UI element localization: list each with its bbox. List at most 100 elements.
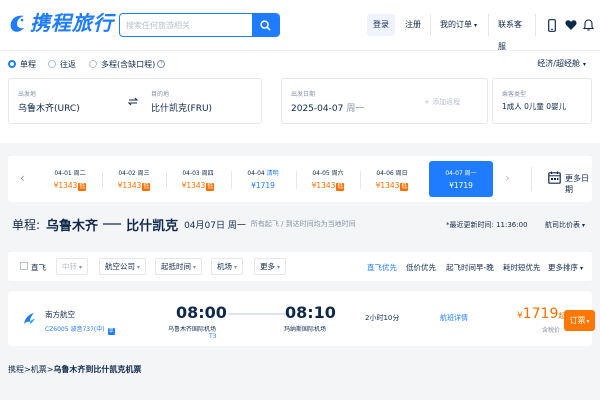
- passenger-value: 1成人 0儿童 0婴儿: [502, 102, 567, 111]
- more-dates-link[interactable]: 更多日期: [565, 173, 592, 195]
- date-cell[interactable]: 04-02 周三 ¥1343 低: [105, 161, 163, 197]
- date-cell[interactable]: 04-03 周四 ¥1343 低: [169, 161, 227, 197]
- passenger-field[interactable]: 乘客类型 1成人 0儿童 0婴儿: [492, 78, 592, 124]
- chevron-down-icon: ▾: [193, 264, 197, 271]
- swap-cities-button[interactable]: [126, 94, 140, 108]
- search-button[interactable]: [252, 14, 279, 36]
- search-input[interactable]: [120, 14, 253, 36]
- low-price-badge: 低: [336, 182, 345, 191]
- nav-divider: [488, 14, 489, 36]
- customer-service-link[interactable]: 联系客服: [498, 14, 528, 51]
- date-cell-date: 04-06: [376, 170, 394, 177]
- filter-label: 航空公司: [105, 262, 135, 271]
- departure-label: 出发地: [18, 91, 37, 98]
- date-cell[interactable]: 04-01 周二 ¥1343 低: [41, 161, 99, 197]
- site-search: [119, 13, 280, 37]
- sort-direct-first[interactable]: 直飞优先: [367, 262, 397, 273]
- filter-label: 起抵时间: [161, 262, 191, 271]
- china-southern-logo-icon: [24, 313, 35, 324]
- date-cell-weekday: 周二: [73, 170, 86, 177]
- direct-only-label[interactable]: 直飞: [31, 262, 46, 273]
- chevron-down-icon: ▾: [234, 264, 238, 271]
- date-divider: [360, 171, 361, 189]
- share-tag: 享: [107, 328, 115, 335]
- date-cell-price: ¥1343 低: [169, 181, 227, 191]
- filter-airport[interactable]: 机场 ▾: [211, 258, 244, 275]
- departure-field[interactable]: 出发地 乌鲁木齐(URC): [9, 79, 127, 123]
- date-cell-holiday[interactable]: 04-04 清明 ¥1719: [234, 161, 292, 197]
- breadcrumb-home[interactable]: 携程: [8, 365, 24, 374]
- my-orders-menu[interactable]: 我的订单 ▾: [440, 14, 486, 36]
- sort-lowest-price[interactable]: 低价优先: [406, 262, 436, 273]
- date-cell-weekday: 周六: [331, 170, 344, 177]
- sort-shortest-duration[interactable]: 耗时短优先: [503, 262, 541, 273]
- destination-city: 比什凯克: [126, 218, 179, 234]
- help-icon[interactable]: ?: [157, 60, 166, 68]
- search-icon: [260, 19, 271, 31]
- add-return-button[interactable]: + 添加返程: [424, 97, 460, 107]
- login-link[interactable]: 登录: [367, 14, 395, 36]
- date-cell[interactable]: 04-06 周日 ¥1343 低: [363, 161, 421, 197]
- favorite-heart-icon[interactable]: [563, 16, 579, 34]
- calendar-icon[interactable]: [548, 171, 561, 184]
- price-value: ¥1343: [117, 181, 142, 190]
- flight-detail-link[interactable]: 航班详情: [440, 313, 468, 323]
- flight-number[interactable]: CZ6005 波音737(中) 享: [45, 324, 115, 335]
- ctrip-logo[interactable]: 携程旅行: [7, 11, 114, 35]
- chevron-down-icon: ▾: [79, 264, 83, 271]
- date-divider: [166, 171, 167, 189]
- chevron-down-icon: ▾: [586, 318, 590, 325]
- message-bell-icon[interactable]: [580, 16, 596, 34]
- date-cell-day: 04-06 周日: [363, 168, 421, 177]
- breadcrumb: 携程>机票>乌鲁木齐到比什凯克机票: [8, 364, 141, 375]
- trip-type-label: 多程(含缺口程): [101, 59, 156, 69]
- filter-label: 中转: [62, 262, 77, 271]
- filter-airline[interactable]: 航空公司 ▾: [99, 258, 147, 275]
- sort-departure-time[interactable]: 起飞时间早-晚: [446, 262, 494, 273]
- logo-text: 携程旅行: [30, 11, 114, 35]
- date-cell-weekday: 周日: [395, 170, 408, 177]
- next-dates-arrow-icon[interactable]: ›: [505, 171, 510, 185]
- radio-unselected: [48, 60, 56, 68]
- last-update-time: *最近更新时间: 11:36:00: [446, 221, 528, 229]
- book-ticket-button[interactable]: 订票▾: [564, 310, 595, 331]
- breadcrumb-separator: >: [24, 365, 31, 374]
- origin-city: 乌鲁木齐: [46, 218, 99, 234]
- direct-only-checkbox[interactable]: [20, 262, 28, 270]
- departure-value: 乌鲁木齐(URC): [18, 104, 80, 114]
- flight-duration: 2小时10分: [365, 314, 400, 322]
- tax-included-note: 含税价: [542, 327, 561, 334]
- depart-weekday: 周一: [346, 104, 365, 114]
- departure-terminal: T3: [209, 333, 217, 340]
- date-cell-date: 04-03: [182, 170, 200, 177]
- airline-price-table-link[interactable]: 航司比价表 ▾: [545, 220, 585, 230]
- date-cell[interactable]: 04-05 周六 ¥1343 低: [299, 161, 357, 197]
- arrival-field[interactable]: 目的地 比什凯克(FRU): [142, 79, 260, 123]
- date-cell-price: ¥1343 低: [363, 181, 421, 191]
- date-cell-weekday: 周三: [137, 170, 150, 177]
- date-cell-price: ¥1719: [429, 181, 493, 190]
- date-cell-selected[interactable]: 04-07 周一 ¥1719: [429, 161, 493, 197]
- register-link[interactable]: 注册: [403, 14, 423, 36]
- depart-date-label: 出发日期: [291, 91, 316, 98]
- price-value: ¥1343: [375, 181, 400, 190]
- trip-type-roundtrip[interactable]: 往返: [48, 58, 76, 70]
- chevron-down-icon: ▾: [582, 222, 586, 229]
- cabin-class-select[interactable]: 经济/超经舱 ▾: [537, 58, 586, 70]
- filter-bar: 直飞 中转 ▾ 航空公司 ▾ 起抵时间 ▾ 机场 ▾ 更多 ▾ 直飞优先 低价优先 起飞时…: [8, 252, 592, 281]
- price-value: ¥1719: [251, 181, 275, 190]
- filter-time[interactable]: 起抵时间 ▾: [155, 258, 203, 275]
- date-cell-day: 04-01 周二: [41, 168, 99, 177]
- breadcrumb-flights[interactable]: 机票: [31, 365, 47, 374]
- prev-dates-arrow-icon[interactable]: ‹: [20, 171, 25, 185]
- filter-transfer[interactable]: 中转 ▾: [56, 258, 89, 275]
- trip-type-oneway[interactable]: 单程: [8, 58, 36, 70]
- low-price-badge: 低: [78, 182, 87, 191]
- flight-result-card: 南方航空 CZ6005 波音737(中) 享 08:00 乌鲁木齐国际机场 T3 …: [8, 291, 595, 346]
- radio-selected: [8, 60, 16, 68]
- sort-more[interactable]: 更多排序 ▾: [548, 262, 583, 273]
- mobile-app-icon[interactable]: [544, 16, 560, 34]
- trip-type-multicity[interactable]: 多程(含缺口程)?: [89, 58, 166, 70]
- filter-more[interactable]: 更多 ▾: [254, 258, 287, 275]
- date-cell-day: 04-04 清明: [234, 168, 292, 177]
